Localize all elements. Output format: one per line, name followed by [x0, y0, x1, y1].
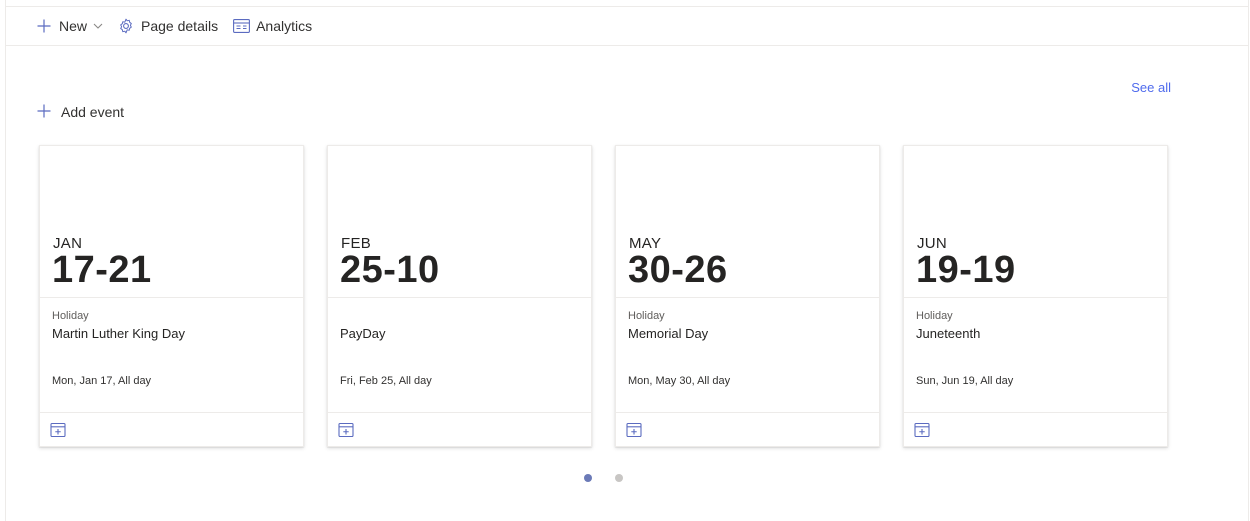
event-when: Mon, Jan 17, All day: [52, 375, 152, 387]
analytics-label: Analytics: [256, 18, 313, 34]
page-details-label: Page details: [141, 18, 219, 34]
calendar-add-icon[interactable]: [914, 422, 930, 438]
carousel-pager: [584, 474, 623, 482]
event-card[interactable]: FEB 25-10 PayDay Fri, Feb 25, All day: [327, 145, 592, 447]
analytics-button[interactable]: Analytics: [232, 7, 312, 45]
calendar-add-icon[interactable]: [626, 422, 642, 438]
event-days: 19-19: [916, 249, 1016, 291]
event-card[interactable]: JAN 17-21 Holiday Martin Luther King Day…: [39, 145, 304, 447]
calendar-add-icon[interactable]: [50, 422, 66, 438]
event-card[interactable]: MAY 30-26 Holiday Memorial Day Mon, May …: [615, 145, 880, 447]
event-title[interactable]: Memorial Day: [628, 326, 708, 341]
chevron-down-icon: [93, 21, 103, 31]
new-button-label: New: [59, 18, 88, 34]
see-all-link[interactable]: See all: [1131, 80, 1171, 95]
gear-icon: [117, 17, 135, 35]
event-card[interactable]: JUN 19-19 Holiday Juneteenth Sun, Jun 19…: [903, 145, 1168, 447]
divider: [616, 412, 879, 413]
divider: [328, 297, 591, 298]
command-bar: New Page details Analytics: [5, 6, 1249, 46]
plus-icon: [37, 104, 53, 120]
pager-dot-2[interactable]: [615, 474, 623, 482]
analytics-icon: [232, 17, 250, 35]
page-details-button[interactable]: Page details: [117, 7, 218, 45]
plus-icon: [35, 17, 53, 35]
event-category: Holiday: [916, 310, 953, 322]
event-when: Mon, May 30, All day: [628, 375, 731, 387]
event-title[interactable]: PayDay: [340, 326, 386, 341]
event-title[interactable]: Juneteenth: [916, 326, 980, 341]
divider: [904, 412, 1167, 413]
divider: [328, 412, 591, 413]
divider: [904, 297, 1167, 298]
divider: [40, 297, 303, 298]
event-when: Sun, Jun 19, All day: [916, 375, 1014, 387]
event-days: 17-21: [52, 249, 152, 291]
event-when: Fri, Feb 25, All day: [340, 375, 432, 387]
pager-dot-1[interactable]: [584, 474, 592, 482]
event-category: Holiday: [628, 310, 665, 322]
event-category: Holiday: [52, 310, 89, 322]
divider: [40, 412, 303, 413]
new-button[interactable]: New: [35, 7, 103, 45]
add-event-label: Add event: [61, 104, 125, 120]
event-title[interactable]: Martin Luther King Day: [52, 326, 185, 341]
calendar-add-icon[interactable]: [338, 422, 354, 438]
event-days: 30-26: [628, 249, 728, 291]
event-cards: JAN 17-21 Holiday Martin Luther King Day…: [39, 145, 1168, 447]
divider: [616, 297, 879, 298]
add-event-button[interactable]: Add event: [37, 104, 124, 120]
event-days: 25-10: [340, 249, 440, 291]
